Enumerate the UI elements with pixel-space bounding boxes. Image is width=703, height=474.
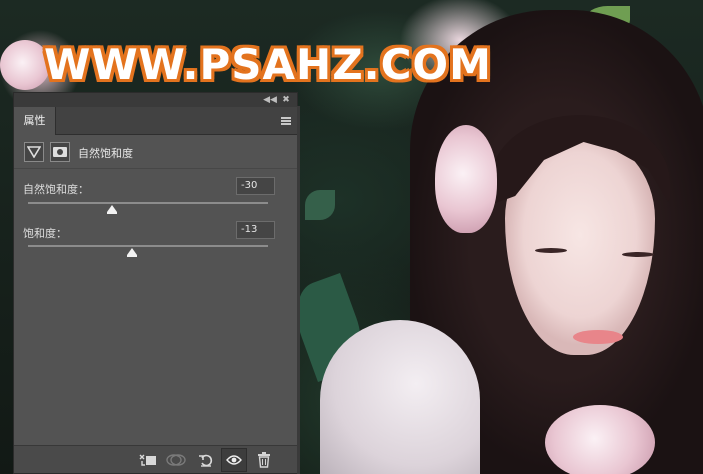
clip-to-layer-icon[interactable] <box>138 450 158 470</box>
layer-mask-icon[interactable] <box>50 142 70 162</box>
left-eye <box>535 248 567 253</box>
hair-rose <box>435 125 497 233</box>
dress-shape <box>320 320 480 474</box>
right-eye <box>622 252 654 257</box>
bottom-rose <box>545 405 655 474</box>
vibrance-slider-thumb[interactable] <box>107 205 117 214</box>
properties-panel: ◀◀ ✖ 属性 自然饱和度 自然饱和度： -30 饱和度： -13 <box>13 92 298 474</box>
view-previous-state-icon[interactable] <box>166 450 186 470</box>
triangle-down-icon[interactable] <box>24 142 44 162</box>
panel-menu-icon[interactable] <box>281 117 291 125</box>
trash-icon[interactable] <box>254 450 274 470</box>
vibrance-slider-track[interactable] <box>28 202 268 204</box>
panel-topbar: ◀◀ ✖ <box>14 93 297 107</box>
saturation-value-input[interactable]: -13 <box>236 221 275 239</box>
vibrance-value-input[interactable]: -30 <box>236 177 275 195</box>
vibrance-label: 自然饱和度： <box>23 183 89 196</box>
close-icon[interactable]: ✖ <box>279 93 293 107</box>
saturation-label: 饱和度： <box>23 227 67 240</box>
adjustment-title: 自然饱和度 <box>78 147 133 160</box>
leaf-decoration <box>305 190 335 220</box>
watermark-logo: WWW.PSAHZ.COM <box>44 40 492 89</box>
rose-decoration <box>0 40 50 90</box>
saturation-slider-thumb[interactable] <box>127 248 137 257</box>
double-chevron-left-icon[interactable]: ◀◀ <box>263 93 277 107</box>
panel-tab-row: 属性 <box>14 107 297 135</box>
panel-side-strip <box>297 106 300 474</box>
lips <box>573 330 623 344</box>
tab-properties[interactable]: 属性 <box>14 107 56 135</box>
adjustment-title-row: 自然饱和度 <box>14 135 297 169</box>
reset-icon[interactable] <box>196 450 216 470</box>
panel-footer <box>14 445 297 473</box>
eye-icon[interactable] <box>221 448 247 472</box>
saturation-slider-track[interactable] <box>28 245 268 247</box>
